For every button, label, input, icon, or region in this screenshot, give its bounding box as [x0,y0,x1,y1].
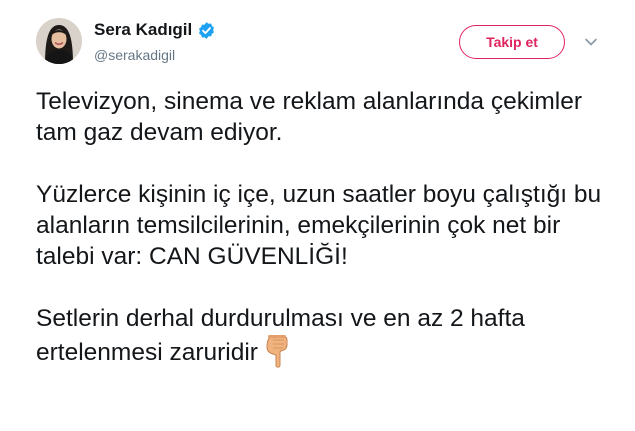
tweet-paragraph: Setlerin derhal durdurulması ve en az 2 … [36,303,616,370]
follow-button[interactable]: Takip et [459,25,565,59]
user-handle[interactable]: @serakadigil [94,47,175,63]
tweet-text: Televizyon, sinema ve reklam alanlarında… [36,86,616,370]
name-row: Sera Kadıgil [94,20,216,40]
tweet-paragraph: Televizyon, sinema ve reklam alanlarında… [36,88,583,146]
tweet-paragraph: Yüzlerce kişinin iç içe, uzun saatler bo… [36,181,602,270]
pointing-down-hand-icon [266,335,288,368]
display-name[interactable]: Sera Kadıgil [94,20,192,40]
verified-badge-icon [199,21,215,39]
chevron-down-icon[interactable] [583,36,599,48]
avatar[interactable] [36,18,82,64]
tweet-card: Sera Kadıgil @serakadigil Takip et Telev… [0,0,635,431]
